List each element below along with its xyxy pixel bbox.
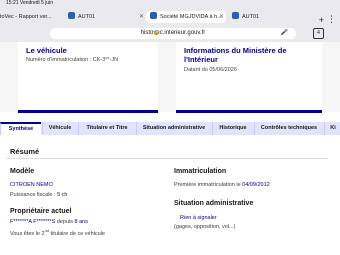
url-field[interactable]: 🔒 histovec.interieur.gouv.fr 🎤 [50,28,296,39]
owner-heading: Propriétaire actuel [10,208,72,215]
fiscal-power: Puissance fiscale : 5 ch [10,192,68,198]
site-favicon-icon [68,12,75,19]
tab-label: AUT01 [242,14,260,20]
fiscal-power-label: Puissance fiscale : [10,192,56,198]
microphone-icon[interactable]: 🎤 [281,28,288,39]
site-favicon-icon [232,12,239,19]
owner-rank-suffix: nd [44,228,50,233]
ministry-card-title: Informations du Ministère de l'Intérieur [184,46,287,64]
address-bar: 🔒 histovec.interieur.gouv.fr 🎤 4 [0,26,340,43]
tab-label: Société MGJDVIDA à h... [160,14,222,20]
close-tab-icon[interactable]: ✕ [219,11,224,23]
registration-heading: Immatriculation [174,168,227,175]
status-bar: 15:21 Vendredi 5 juin [0,0,340,7]
fiscal-power-value: 5 ch [57,192,68,198]
tab-kilometrage[interactable]: Ki [324,122,340,135]
owner-line: F*******A F*******S depuis 8 ans [10,219,88,225]
browser-tab[interactable]: AUT01 [228,11,304,23]
tab-titulaire[interactable]: Titulaire et Titre [78,122,135,135]
vehicle-card[interactable]: Le véhicule Numéro d'immatriculation : C… [18,42,158,113]
browser-tab[interactable]: toVec - Rapport ver... [0,11,60,23]
owner-rank-prefix: Vous êtes le [10,230,40,237]
divider [6,158,328,159]
lock-icon: 🔒 [153,30,160,36]
browser-tab-active[interactable]: Société MGJDVIDA à h... ✕ [146,11,226,23]
tab-situation-administrative[interactable]: Situation administrative [136,122,211,135]
admin-hint: (gages, opposition, vol...) [174,224,236,230]
first-registration: Première immatriculation le 04/09/2012 [174,182,270,188]
owner-name: F*******A F*******S [10,219,56,225]
first-registration-label: Première immatriculation le [174,182,241,188]
model-heading: Modèle [10,168,35,175]
section-tabs: Synthèse Véhicule Titulaire et Titre Sit… [0,122,340,135]
plate-number: Numéro d'immatriculation : CK-3**-JN [26,57,119,63]
tab-synthese[interactable]: Synthèse [0,122,41,135]
tab-label: AUT01 [78,14,96,20]
owner-rank: Vous êtes le 2nd titulaire de ce véhicul… [10,228,105,237]
ministry-date: Datant du 05/06/2026 [184,67,237,73]
admin-heading: Situation administrative [174,200,254,207]
url-text: histovec.interieur.gouv.fr [140,30,206,36]
summary-heading: Résumé [10,147,40,156]
ministry-card[interactable]: Informations du Ministère de l'Intérieur… [176,42,322,113]
vehicle-card-title: Le véhicule [26,46,67,55]
more-options-icon[interactable]: ⋮ [327,14,336,25]
owner-rank-tail: titulaire de ce véhicule [50,230,105,237]
new-tab-icon[interactable]: + [319,15,324,25]
tab-historique[interactable]: Historique [212,122,253,135]
tab-label: toVec - Rapport ver... [0,14,52,20]
status-time: 15:21 Vendredi 5 juin [6,0,53,6]
owner-since-label: depuis [56,219,73,225]
tab-switcher-button[interactable]: 4 [313,28,324,39]
model-value: CITROEN NEMO [10,182,53,188]
info-cards-area: Le véhicule Numéro d'immatriculation : C… [0,42,340,113]
browser-tab[interactable]: AUT01 ✕ [64,11,146,23]
close-tab-icon[interactable]: ✕ [139,11,144,23]
first-registration-date: 04/09/2012 [242,182,270,188]
admin-status: Rien à signaler [180,215,217,221]
browser-tab-bar: toVec - Rapport ver... AUT01 ✕ Société M… [0,7,340,26]
tab-controles-techniques[interactable]: Contrôles techniques [254,122,323,135]
tab-vehicule[interactable]: Véhicule [42,122,77,135]
owner-since-value: 8 ans [74,219,88,225]
site-favicon-icon [150,12,157,19]
